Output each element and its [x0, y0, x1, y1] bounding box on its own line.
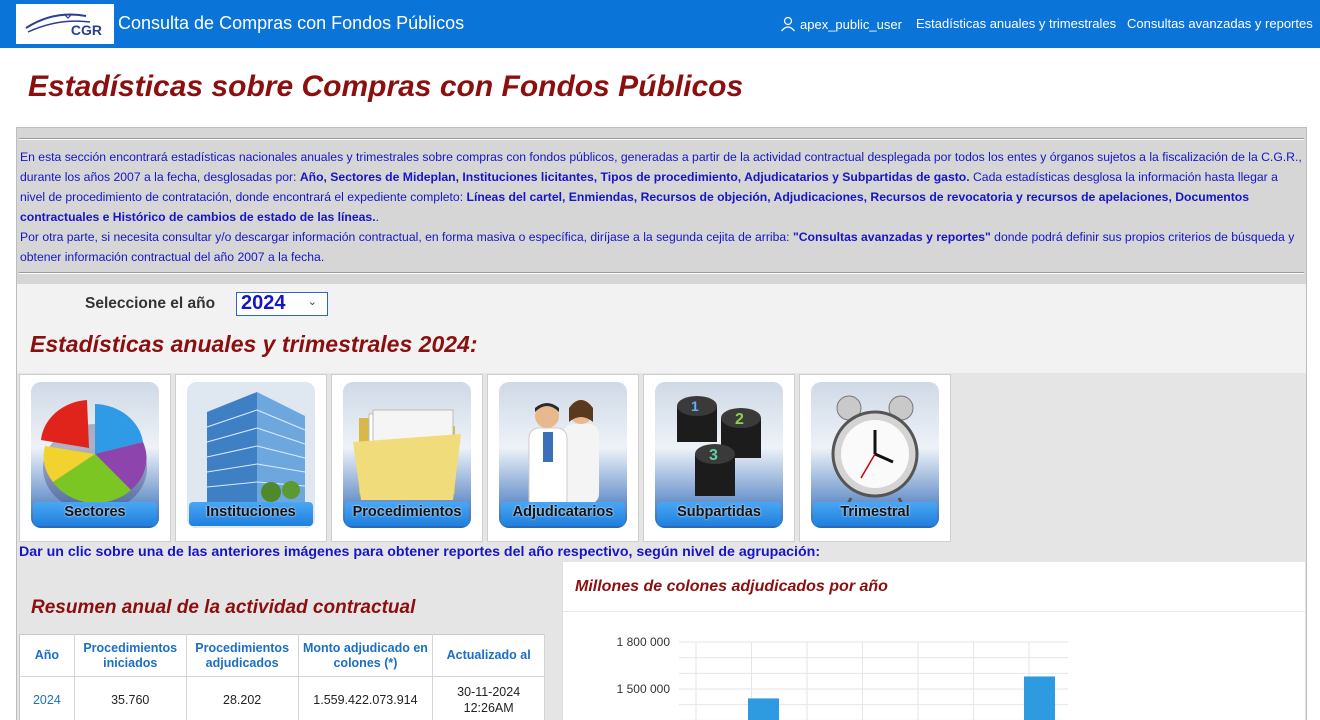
- top-navigation-bar: CGR Consulta de Compras con Fondos Públi…: [0, 0, 1320, 48]
- main-region: En esta sección encontrará estadísticas …: [16, 127, 1307, 720]
- intro-text: En esta sección encontrará estadísticas …: [20, 147, 1304, 267]
- tile-label-bar: Sectores: [33, 502, 157, 526]
- table-cell-monto: 1.559.422.073.914: [298, 676, 434, 720]
- column-header-adjudicados[interactable]: Procedimientos adjudicados: [186, 634, 299, 677]
- tile-label: Procedimientos: [352, 504, 462, 520]
- tile-label-bar: Instituciones: [189, 502, 313, 526]
- tile-label-bar: Trimestral: [813, 502, 937, 526]
- tile-label-bar: Adjudicatarios: [501, 502, 625, 526]
- page-title: Estadísticas sobre Compras con Fondos Pú…: [28, 70, 744, 103]
- intro-text-bold: "Consultas avanzadas y reportes": [792, 230, 991, 244]
- tile-label: Subpartidas: [677, 504, 761, 520]
- tile-procedimientos[interactable]: Procedimientos: [331, 374, 483, 542]
- user-name: apex_public_user: [800, 16, 902, 32]
- app-title[interactable]: Consulta de Compras con Fondos Públicos: [118, 13, 464, 34]
- nav-link-consultas[interactable]: Consultas avanzadas y reportes: [1127, 16, 1313, 31]
- summary-title: Resumen anual de la actividad contractua…: [31, 597, 416, 618]
- table-header-row: Año Procedimientos iniciados Procedimien…: [19, 634, 545, 677]
- y-tick-label: 1 500 000: [617, 682, 671, 696]
- column-header-iniciados[interactable]: Procedimientos iniciados: [74, 634, 187, 677]
- bar-chart: 1 800 000 1 500 000: [617, 635, 1068, 720]
- report-tiles: Sectores Instituciones Procedimientos Ad…: [19, 374, 1306, 542]
- intro-divider-bottom: [19, 272, 1304, 274]
- tile-label: Adjudicatarios: [512, 504, 614, 520]
- year-select-value: 2024: [241, 292, 286, 314]
- table-row: 2024 35.760 28.202 1.559.422.073.914 30-…: [19, 676, 545, 720]
- chart-divider: [563, 611, 1306, 612]
- table-cell-year-link[interactable]: 2024: [19, 676, 75, 720]
- tile-subpartidas[interactable]: 1 2 3 Subpartidas: [643, 374, 795, 542]
- column-header-ano[interactable]: Año: [19, 634, 75, 677]
- user-icon: [781, 16, 795, 32]
- user-menu[interactable]: apex_public_user: [780, 16, 902, 32]
- chart-region: Millones de colones adjudicados por año …: [562, 562, 1306, 720]
- tile-sectores[interactable]: Sectores: [19, 374, 171, 542]
- column-header-actualizado[interactable]: Actualizado al: [432, 634, 545, 677]
- logo-text: CGR: [70, 22, 102, 38]
- year-select[interactable]: 2024 ⌄: [236, 292, 328, 316]
- tile-label-bar: Subpartidas: [657, 502, 781, 526]
- tile-adjudicatarios[interactable]: Adjudicatarios: [487, 374, 639, 542]
- year-select-label: Seleccione el año: [85, 295, 216, 312]
- tile-label: Instituciones: [206, 504, 296, 520]
- tile-label: Sectores: [64, 504, 126, 520]
- table-cell-adjudicados: 28.202: [186, 676, 299, 720]
- tile-trimestral[interactable]: Trimestral: [799, 374, 951, 542]
- tile-label-bar: Procedimientos: [345, 502, 469, 526]
- y-tick-label: 1 800 000: [617, 635, 671, 649]
- chart-title: Millones de colones adjudicados por año: [575, 578, 888, 595]
- stats-title: Estadísticas anuales y trimestrales 2024…: [30, 331, 478, 357]
- table-cell-iniciados: 35.760: [74, 676, 187, 720]
- svg-text:1: 1: [691, 398, 699, 414]
- column-header-monto[interactable]: Monto adjudicado en colones (*): [298, 634, 434, 677]
- cgr-logo[interactable]: CGR: [16, 4, 114, 44]
- tile-label: Trimestral: [840, 504, 910, 520]
- intro-box: En esta sección encontrará estadísticas …: [17, 128, 1306, 284]
- tile-instituciones[interactable]: Instituciones: [175, 374, 327, 542]
- nav-link-estadisticas[interactable]: Estadísticas anuales y trimestrales: [916, 16, 1116, 31]
- intro-text-part: Por otra parte, si necesita consultar y/…: [20, 230, 793, 244]
- chart-bar[interactable]: [748, 698, 779, 720]
- svg-text:2: 2: [735, 411, 744, 428]
- intro-text-bold: Año, Sectores de Mideplan, Instituciones…: [299, 170, 970, 184]
- intro-text-part: .: [375, 210, 379, 224]
- chart-bar[interactable]: [1024, 676, 1055, 720]
- svg-text:3: 3: [709, 447, 718, 464]
- click-hint: Dar un clic sobre una de las anteriores …: [19, 544, 821, 560]
- summary-table: Año Procedimientos iniciados Procedimien…: [19, 634, 545, 720]
- table-cell-actualizado: 30-11-2024 12:26AM: [432, 676, 545, 720]
- chevron-down-icon: ⌄: [307, 296, 317, 308]
- intro-divider-top: [19, 138, 1304, 140]
